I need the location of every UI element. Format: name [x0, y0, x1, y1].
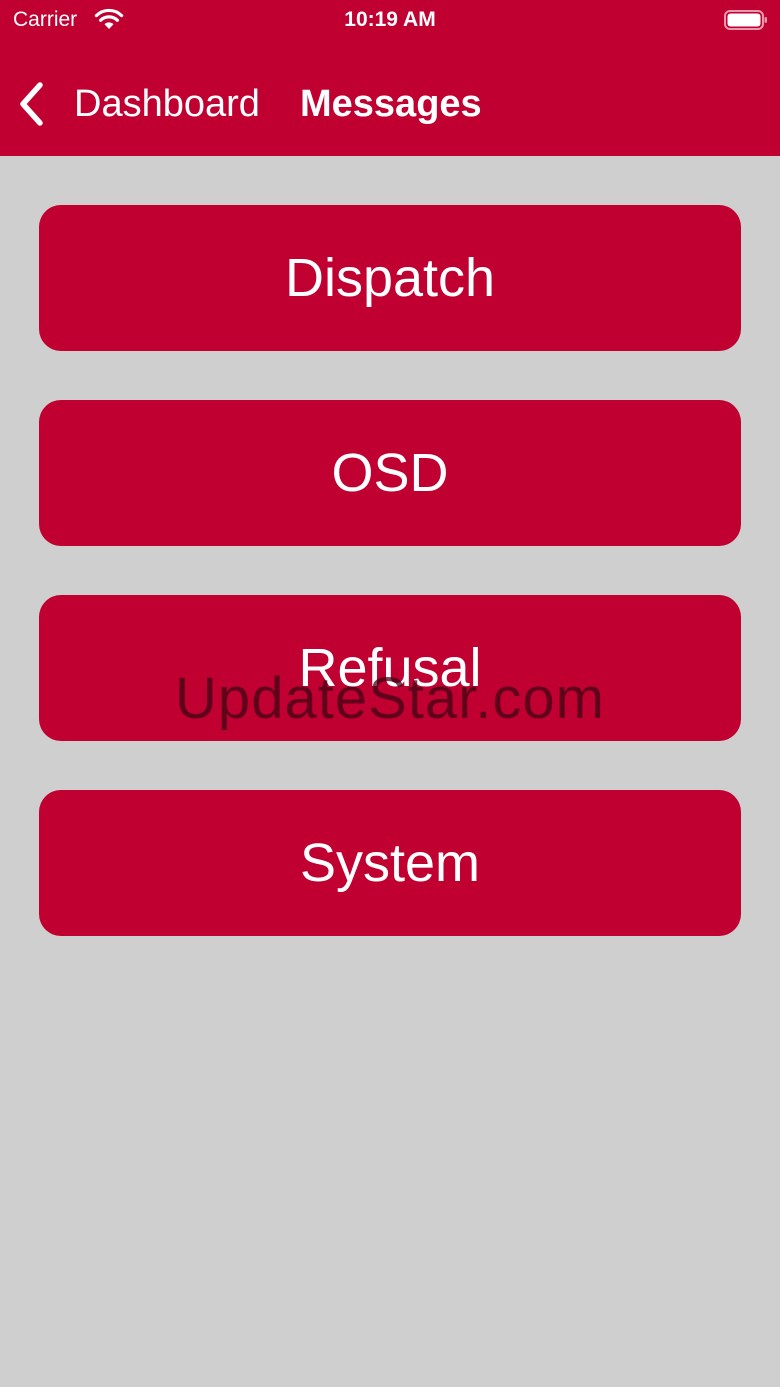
- clock: 10:19 AM: [344, 8, 436, 31]
- refusal-button[interactable]: Refusal: [39, 595, 741, 741]
- status-bar: Carrier 10:19 AM: [0, 0, 780, 40]
- system-button[interactable]: System: [39, 790, 741, 936]
- page-title: Messages: [300, 83, 482, 125]
- back-button[interactable]: Dashboard: [16, 78, 260, 130]
- battery-full-icon: [724, 10, 767, 30]
- header: Carrier 10:19 AM Dashboard Messages: [0, 0, 780, 156]
- message-category-menu: Dispatch OSD Refusal System: [39, 205, 741, 985]
- osd-button[interactable]: OSD: [39, 400, 741, 546]
- back-button-label: Dashboard: [74, 83, 260, 125]
- navigation-bar: Dashboard Messages: [0, 60, 780, 148]
- dispatch-button[interactable]: Dispatch: [39, 205, 741, 351]
- chevron-left-icon: [20, 82, 43, 126]
